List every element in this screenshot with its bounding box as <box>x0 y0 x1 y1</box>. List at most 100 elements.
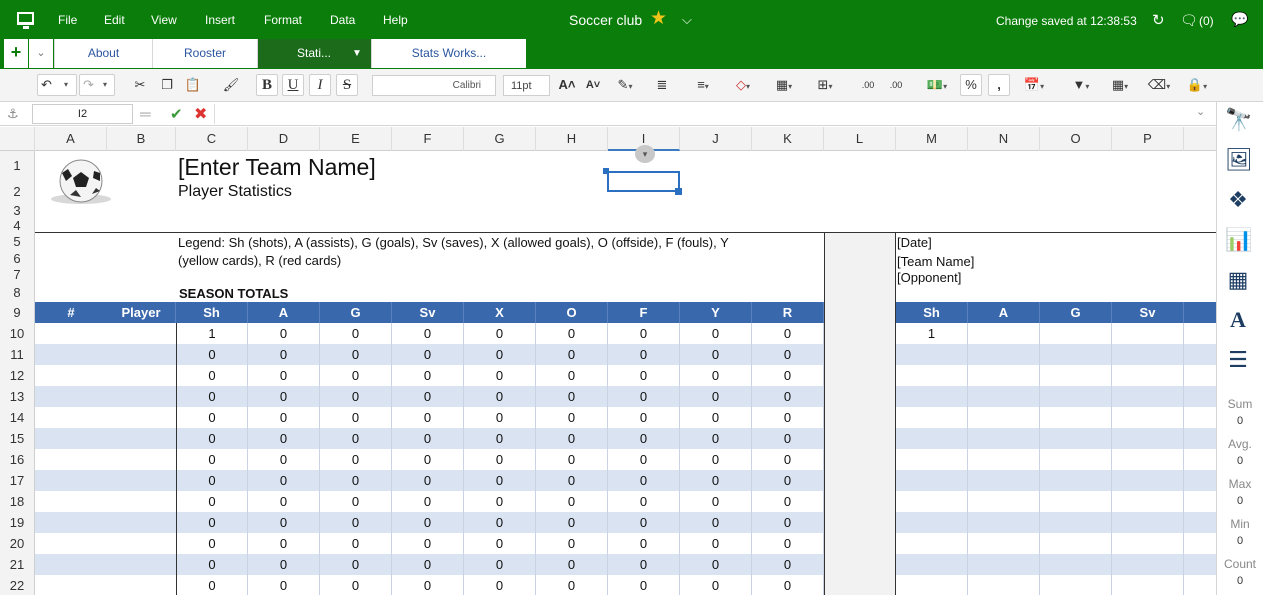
stat-cell[interactable]: 0 <box>320 386 392 407</box>
right-stat-cell[interactable] <box>968 386 1040 407</box>
stat-cell[interactable]: 0 <box>176 428 248 449</box>
stat-cell[interactable]: 0 <box>392 428 464 449</box>
stat-cell[interactable]: 0 <box>176 512 248 533</box>
row-header-21[interactable]: 21 <box>0 554 35 575</box>
decrease-font-icon[interactable]: A˅ <box>584 75 602 95</box>
column-header-h[interactable]: H <box>536 127 608 151</box>
right-stat-cell[interactable] <box>1112 491 1184 512</box>
right-stat-cell[interactable] <box>1040 512 1112 533</box>
stat-cell[interactable]: 0 <box>176 449 248 470</box>
row-header-4[interactable]: 4 <box>0 218 35 233</box>
right-stat-cell[interactable] <box>896 344 968 365</box>
stat-cell[interactable]: 0 <box>392 407 464 428</box>
stat-cell[interactable]: 0 <box>320 407 392 428</box>
stat-cell[interactable]: 0 <box>464 575 536 595</box>
stat-cell[interactable]: 0 <box>176 554 248 575</box>
stat-cell[interactable]: 0 <box>464 386 536 407</box>
stat-cell[interactable]: 0 <box>176 344 248 365</box>
right-stat-cell[interactable] <box>1112 449 1184 470</box>
stat-cell[interactable]: 0 <box>752 554 824 575</box>
right-stat-cell[interactable] <box>1040 449 1112 470</box>
formula-input[interactable] <box>214 104 1194 124</box>
row-header-17[interactable]: 17 <box>0 470 35 491</box>
row-header-8[interactable]: 8 <box>0 284 35 302</box>
column-header-n[interactable]: N <box>968 127 1040 151</box>
stat-cell[interactable]: 0 <box>608 491 680 512</box>
font-family-select[interactable]: Calibri <box>372 75 496 96</box>
column-header-j[interactable]: J <box>680 127 752 151</box>
stat-cell[interactable]: 0 <box>392 554 464 575</box>
copy-icon[interactable]: ❐ <box>158 75 176 95</box>
borders-icon[interactable]: ▦▾ <box>769 75 799 95</box>
column-header-l[interactable]: L <box>824 127 896 151</box>
stat-cell[interactable]: 0 <box>392 470 464 491</box>
sync-icon[interactable]: ↻ <box>1152 11 1165 29</box>
right-stat-cell[interactable] <box>968 323 1040 344</box>
stat-cell[interactable]: 0 <box>536 449 608 470</box>
stat-cell[interactable]: 0 <box>248 428 320 449</box>
date-format-icon[interactable]: 📅▾ <box>1018 75 1050 95</box>
paste-icon[interactable]: 📋 <box>184 75 202 95</box>
right-stat-cell[interactable] <box>1040 323 1112 344</box>
right-stat-cell[interactable] <box>896 554 968 575</box>
stat-cell[interactable]: 0 <box>752 533 824 554</box>
right-stat-cell[interactable] <box>896 575 968 595</box>
stat-cell[interactable]: 0 <box>248 512 320 533</box>
stat-cell[interactable]: 1 <box>176 323 248 344</box>
binoculars-icon[interactable]: 🔭 <box>1225 107 1252 133</box>
right-stat-cell[interactable] <box>968 554 1040 575</box>
right-stat-cell[interactable] <box>968 365 1040 386</box>
text-icon[interactable]: A <box>1225 307 1251 333</box>
stat-cell[interactable]: 0 <box>464 449 536 470</box>
tabs-menu-icon[interactable]: ⌄ <box>29 39 53 68</box>
stat-cell[interactable]: 0 <box>464 344 536 365</box>
right-stat-cell[interactable] <box>1040 344 1112 365</box>
stat-cell[interactable]: 0 <box>320 554 392 575</box>
stat-cell[interactable]: 0 <box>248 365 320 386</box>
stat-cell[interactable]: 0 <box>392 575 464 595</box>
menu-data[interactable]: Data <box>330 13 355 27</box>
chart-icon[interactable]: 📊 <box>1225 227 1252 253</box>
column-header-e[interactable]: E <box>320 127 392 151</box>
right-stat-cell[interactable] <box>1112 554 1184 575</box>
chevron-down-icon[interactable]: ⌄ <box>1196 105 1205 118</box>
stat-cell[interactable]: 0 <box>176 407 248 428</box>
row-header-1[interactable]: 1 <box>0 151 35 181</box>
comment-icon[interactable]: 🗨 <box>1180 12 1198 29</box>
text-color-icon[interactable]: ✎▾ <box>610 75 640 95</box>
anchor-icon[interactable]: ⚓ <box>7 106 19 122</box>
stat-cell[interactable]: 0 <box>176 533 248 554</box>
decrease-decimal-icon[interactable]: .00 <box>857 75 879 95</box>
stat-cell[interactable]: 0 <box>608 344 680 365</box>
stat-cell[interactable]: 0 <box>392 533 464 554</box>
stat-cell[interactable]: 0 <box>320 575 392 595</box>
right-stat-cell[interactable] <box>1112 386 1184 407</box>
right-stat-cell[interactable] <box>896 533 968 554</box>
select-all-corner[interactable] <box>0 127 35 151</box>
column-header-d[interactable]: D <box>248 127 320 151</box>
date-placeholder[interactable]: [Date] <box>897 235 1037 251</box>
stat-cell[interactable]: 0 <box>536 491 608 512</box>
stat-cell[interactable]: 0 <box>536 470 608 491</box>
stat-cell[interactable]: 0 <box>320 533 392 554</box>
stat-cell[interactable]: 0 <box>536 533 608 554</box>
font-size-select[interactable]: 11pt <box>503 75 550 96</box>
monitor-icon[interactable] <box>17 12 34 29</box>
filter-icon[interactable]: ▼▾ <box>1066 75 1096 95</box>
stat-cell[interactable]: 0 <box>608 449 680 470</box>
row-header-18[interactable]: 18 <box>0 491 35 512</box>
bold-button[interactable]: B <box>256 74 278 96</box>
stat-cell[interactable]: 0 <box>320 512 392 533</box>
chat-icon[interactable]: 💬 <box>1231 11 1248 28</box>
puzzle-icon[interactable]: ❖ <box>1225 187 1251 213</box>
right-stat-cell[interactable] <box>896 428 968 449</box>
stat-cell[interactable]: 0 <box>176 470 248 491</box>
stat-cell[interactable]: 0 <box>680 344 752 365</box>
row-header-12[interactable]: 12 <box>0 365 35 386</box>
tab-stats-worksheet[interactable]: Stats Works... <box>371 39 526 68</box>
team-name[interactable]: [Enter Team Name] <box>178 153 578 181</box>
menu-format[interactable]: Format <box>264 13 302 27</box>
stat-cell[interactable]: 0 <box>392 386 464 407</box>
stat-cell[interactable]: 0 <box>680 512 752 533</box>
stat-cell[interactable]: 0 <box>680 575 752 595</box>
